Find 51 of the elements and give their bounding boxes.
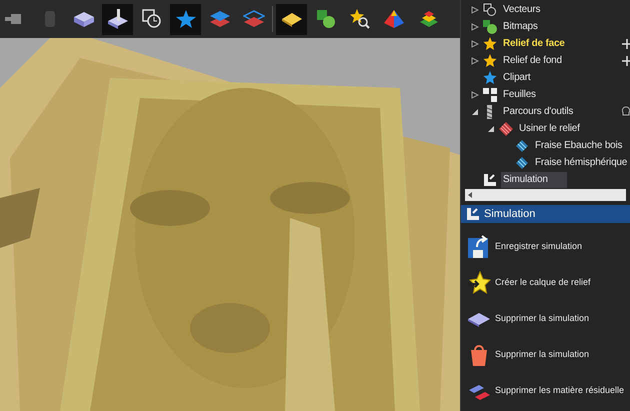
- tree-item[interactable]: Parcours d'outils: [501, 104, 578, 120]
- simulation-icon: [483, 172, 497, 186]
- vector-clock-icon: [483, 2, 497, 16]
- tree-item[interactable]: Clipart: [501, 70, 534, 86]
- tree-item[interactable]: Simulation: [501, 172, 566, 188]
- pyramid-icon: [382, 8, 404, 30]
- hatched-tool-icon: [515, 138, 529, 152]
- layers-icon: [208, 8, 230, 30]
- star-icon: [483, 70, 497, 84]
- star-icon: [483, 54, 497, 68]
- hatched-tool-icon: [515, 156, 529, 170]
- toolbar-button[interactable]: [102, 4, 133, 34]
- simulation-icon: [466, 207, 480, 221]
- expand-icon[interactable]: [471, 22, 479, 30]
- vector-clock-icon: [140, 8, 162, 30]
- hatched-diamond-icon: [499, 122, 513, 136]
- expand-icon[interactable]: [471, 40, 479, 48]
- action-link[interactable]: Supprimer la simulation: [495, 312, 590, 326]
- panel-title: Simulation: [484, 206, 536, 222]
- tree-item[interactable]: Relief de face: [501, 36, 569, 52]
- layers-icon: [242, 8, 264, 30]
- collapse-icon[interactable]: [471, 108, 479, 116]
- sheets-icon: [483, 88, 497, 102]
- tool-block-icon: [106, 8, 128, 30]
- star-arrow-icon: [467, 271, 491, 295]
- shapes-icon: [483, 20, 497, 34]
- toolbar-button[interactable]: [276, 4, 307, 34]
- plus-icon[interactable]: [622, 56, 630, 66]
- plus-icon[interactable]: [622, 38, 630, 48]
- tree-item[interactable]: Vecteurs: [501, 2, 544, 18]
- action-link[interactable]: Créer le calque de relief: [495, 276, 591, 290]
- tree-item[interactable]: Fraise hémisphérique: [533, 154, 630, 170]
- tree-item[interactable]: Usiner le relief: [517, 120, 584, 136]
- collapse-icon[interactable]: [487, 124, 495, 132]
- action-link[interactable]: Enregistrer simulation: [495, 240, 582, 254]
- horizontal-scrollbar[interactable]: [465, 189, 626, 201]
- expand-icon[interactable]: [471, 6, 479, 14]
- tree-item[interactable]: Bitmaps: [501, 18, 542, 34]
- tree-item[interactable]: Feuilles: [501, 86, 540, 102]
- shapes-icon: [314, 8, 336, 30]
- star-icon: [174, 8, 196, 30]
- action-link[interactable]: Supprimer la simulation: [495, 348, 590, 362]
- lightbulb-icon[interactable]: [622, 106, 630, 118]
- star-search-icon: [348, 8, 370, 30]
- expand-icon[interactable]: [471, 90, 479, 98]
- toolbar-button[interactable]: [170, 4, 201, 34]
- expand-icon[interactable]: [471, 56, 479, 64]
- tree-item[interactable]: Fraise Ebauche bois: [533, 138, 626, 154]
- tree-item[interactable]: Relief de fond: [501, 52, 566, 68]
- star-icon: [483, 36, 497, 50]
- action-link[interactable]: Supprimer les matière résiduelle: [495, 384, 624, 398]
